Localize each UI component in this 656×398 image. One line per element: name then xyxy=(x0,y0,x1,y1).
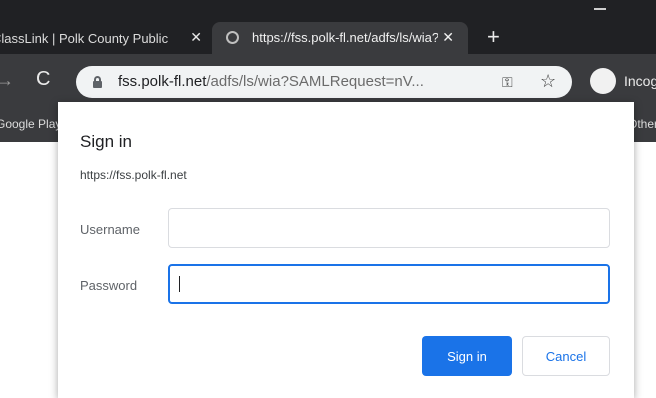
username-input[interactable] xyxy=(168,208,610,248)
incognito-icon[interactable] xyxy=(590,68,616,94)
tab-title: ClassLink | Polk County Public Schools xyxy=(0,30,170,46)
tab-strip: ClassLink | Polk County Public Schools ✕… xyxy=(0,0,656,54)
star-icon[interactable]: ☆ xyxy=(540,71,556,92)
url-text[interactable]: fss.polk-fl.net/adfs/ls/wia?SAMLRequest=… xyxy=(118,73,424,90)
address-bar[interactable]: fss.polk-fl.net/adfs/ls/wia?SAMLRequest=… xyxy=(76,66,572,98)
reload-icon[interactable]: C xyxy=(36,68,50,91)
tab-fss[interactable]: https://fss.polk-fl.net/adfs/ls/wia?SAML… xyxy=(212,22,468,54)
toolbar: → C fss.polk-fl.net/adfs/ls/wia?SAMLRequ… xyxy=(0,54,656,108)
dialog-title: Sign in xyxy=(80,132,132,151)
close-icon[interactable]: ✕ xyxy=(190,29,202,46)
tab-classlink[interactable]: ClassLink | Polk County Public Schools ✕ xyxy=(0,22,212,54)
url-path: /adfs/ls/wia?SAMLRequest=nV... xyxy=(206,73,424,90)
url-host: fss.polk-fl.net xyxy=(118,73,207,90)
password-input[interactable] xyxy=(168,264,610,304)
lock-icon[interactable] xyxy=(93,76,102,88)
username-label: Username xyxy=(80,222,140,237)
minimize-icon[interactable] xyxy=(594,8,606,10)
sign-in-button[interactable]: Sign in xyxy=(422,336,512,376)
password-label: Password xyxy=(80,278,138,293)
key-icon[interactable]: ⚿ xyxy=(502,74,513,91)
text-caret xyxy=(179,276,180,292)
bookmark-google-play[interactable]: Google Play xyxy=(0,117,61,131)
forward-icon[interactable]: → xyxy=(0,70,14,91)
new-tab-icon[interactable]: + xyxy=(487,24,500,50)
tab-title: https://fss.polk-fl.net/adfs/ls/wia?SAML… xyxy=(252,30,438,45)
dialog-origin: https://fss.polk-fl.net xyxy=(80,168,187,182)
tab-favicon-icon xyxy=(226,31,239,44)
sign-in-dialog: Sign in https://fss.polk-fl.net Username… xyxy=(58,102,634,398)
close-icon[interactable]: ✕ xyxy=(442,29,454,46)
profile-label[interactable]: Incognito xyxy=(624,73,656,89)
cancel-button[interactable]: Cancel xyxy=(522,336,610,376)
